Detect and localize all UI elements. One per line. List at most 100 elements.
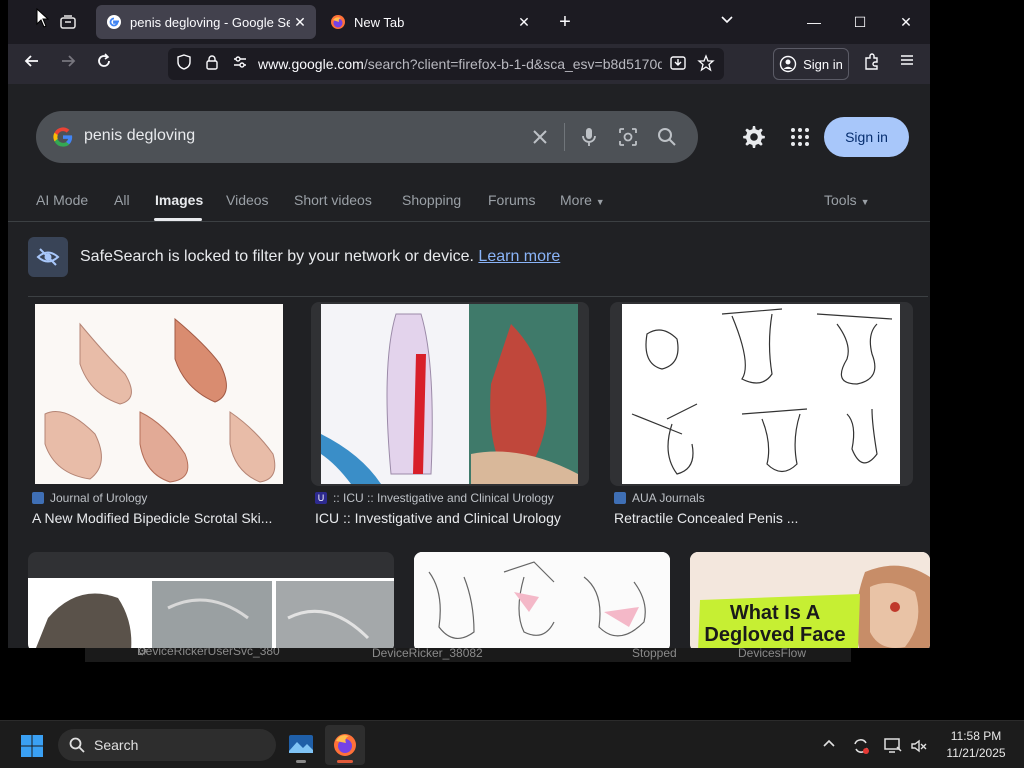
google-favicon-icon (107, 15, 121, 29)
line-drawing-illustration-image (622, 304, 900, 484)
desktop: penis degloving - Google Search ✕ New Ta… (0, 0, 1024, 768)
clock-time: 11:58 PM (950, 729, 1002, 743)
maximize-button[interactable]: ☐ (845, 8, 875, 36)
safesearch-text: SafeSearch is locked to filter by your n… (80, 248, 560, 266)
settings-gear-icon[interactable] (741, 124, 767, 150)
search-submit-button[interactable] (655, 125, 679, 149)
minimize-button[interactable]: — (799, 8, 829, 36)
xray-image-collage (28, 578, 394, 648)
image-result-1[interactable]: Journal of Urology A New Modified Bipedi… (28, 302, 298, 532)
google-signin-button[interactable]: Sign in (824, 117, 909, 157)
app-menu-button[interactable] (895, 52, 919, 76)
volume-tray-icon[interactable] (909, 736, 929, 756)
result-thumbnail[interactable] (321, 304, 578, 484)
google-g-logo-icon (53, 127, 73, 147)
firefox-window: penis degloving - Google Search ✕ New Ta… (8, 0, 930, 648)
back-arrow-icon (24, 55, 38, 67)
taskbar-clock[interactable]: 11:58 PM 11/21/2025 (938, 728, 1014, 762)
active-indicator (337, 760, 353, 763)
permissions-icon[interactable] (230, 54, 250, 74)
navigation-toolbar: www.google.com/search?client=firefox-b-1… (8, 44, 930, 84)
google-apps-grid-icon[interactable] (790, 127, 810, 147)
result-title[interactable]: A New Modified Bipedicle Scrotal Ski... (32, 510, 294, 526)
reload-button[interactable] (92, 52, 116, 76)
tab-new-tab[interactable]: New Tab ✕ (320, 5, 540, 39)
address-bar[interactable]: www.google.com/search?client=firefox-b-1… (168, 48, 724, 80)
tab-shopping[interactable]: Shopping (402, 192, 461, 208)
url-path: /search?client=firefox-b-1-d&sca_esv=b8d… (363, 56, 662, 72)
firefox-view-button[interactable] (56, 10, 80, 34)
tab-title: New Tab (354, 14, 405, 30)
caption-line-2: Degloved Face (704, 624, 846, 646)
search-type-tabs: AI Mode All Images Videos Short videos S… (8, 184, 930, 222)
clock-date: 11/21/2025 (946, 746, 1006, 760)
close-icon (533, 130, 547, 144)
sync-icon (854, 739, 869, 754)
result-source: Journal of Urology (32, 491, 147, 505)
chevron-down-icon (721, 16, 733, 24)
back-button[interactable] (20, 52, 44, 76)
signin-label: Sign in (803, 56, 843, 72)
journal-favicon-icon (32, 492, 44, 504)
tab-google-search[interactable]: penis degloving - Google Search ✕ (96, 5, 316, 39)
close-tab-icon[interactable]: ✕ (514, 14, 534, 31)
bg-cell: DevicesFlow (738, 648, 807, 660)
clear-search-button[interactable] (528, 125, 552, 149)
tab-more[interactable]: More ▼ (560, 192, 605, 208)
running-indicator (296, 760, 306, 763)
firefox-account-signin-button[interactable]: Sign in (773, 48, 849, 80)
tab-all[interactable]: All (114, 192, 130, 208)
divider (28, 296, 928, 297)
extensions-button[interactable] (860, 52, 884, 76)
firefox-view-icon (60, 15, 76, 29)
result-title[interactable]: ICU :: Investigative and Clinical Urolog… (315, 510, 595, 526)
tab-short-videos[interactable]: Short videos (294, 192, 372, 208)
sync-tray-icon[interactable] (851, 736, 871, 756)
search-icon (658, 128, 676, 146)
bookmark-star-icon[interactable] (696, 54, 716, 74)
result-thumbnail[interactable] (622, 304, 900, 484)
chevron-up-icon (823, 739, 835, 747)
tracking-shield-icon[interactable] (174, 54, 194, 74)
lock-icon[interactable] (202, 54, 222, 74)
result-thumbnail-card[interactable] (610, 302, 913, 486)
active-tab-underline (154, 218, 202, 221)
image-result-2[interactable]: U :: ICU :: Investigative and Clinical U… (311, 302, 596, 532)
taskbar-app-firefox[interactable] (325, 725, 365, 765)
firefox-app-icon (334, 734, 356, 756)
learn-more-link[interactable]: Learn more (478, 248, 560, 265)
list-all-tabs-button[interactable] (720, 12, 734, 29)
forward-button[interactable] (56, 52, 80, 76)
tab-images[interactable]: Images (155, 192, 203, 208)
close-window-button[interactable]: ✕ (891, 8, 921, 36)
taskbar-search-box[interactable]: Search (58, 729, 276, 761)
tab-ai-mode[interactable]: AI Mode (36, 192, 88, 208)
save-to-pocket-icon[interactable] (668, 54, 688, 74)
search-query-text[interactable]: penis degloving (84, 127, 195, 145)
eye-off-icon (36, 248, 60, 266)
result-thumbnail-card[interactable] (311, 302, 589, 486)
firefox-favicon-icon (331, 15, 345, 29)
network-tray-icon[interactable] (883, 736, 903, 756)
close-tab-icon[interactable]: ✕ (290, 14, 310, 31)
caption-line-1: What Is A (729, 602, 821, 624)
result-title[interactable]: Retractile Concealed Penis ... (614, 510, 914, 526)
tab-videos[interactable]: Videos (226, 192, 269, 208)
image-result-4[interactable] (28, 552, 394, 648)
new-tab-button[interactable]: + (553, 10, 577, 34)
show-hidden-icons-button[interactable] (819, 736, 839, 756)
search-box[interactable]: penis degloving (36, 111, 698, 163)
voice-search-button[interactable] (577, 125, 601, 149)
image-result-3[interactable]: AUA Journals Retractile Concealed Penis … (610, 302, 916, 532)
monitor-network-icon (884, 738, 902, 753)
result-thumbnail[interactable] (35, 304, 283, 484)
image-result-6[interactable]: What Is A Degloved Face (690, 552, 930, 648)
tab-forums[interactable]: Forums (488, 192, 535, 208)
image-result-5[interactable] (414, 552, 670, 648)
landscape-app-icon (289, 735, 313, 753)
taskbar-app-photos[interactable] (281, 725, 321, 765)
aua-favicon-icon (614, 492, 626, 504)
windows-start-icon[interactable] (20, 734, 44, 758)
tools-button[interactable]: Tools ▼ (824, 192, 870, 208)
lens-search-button[interactable] (616, 125, 640, 149)
